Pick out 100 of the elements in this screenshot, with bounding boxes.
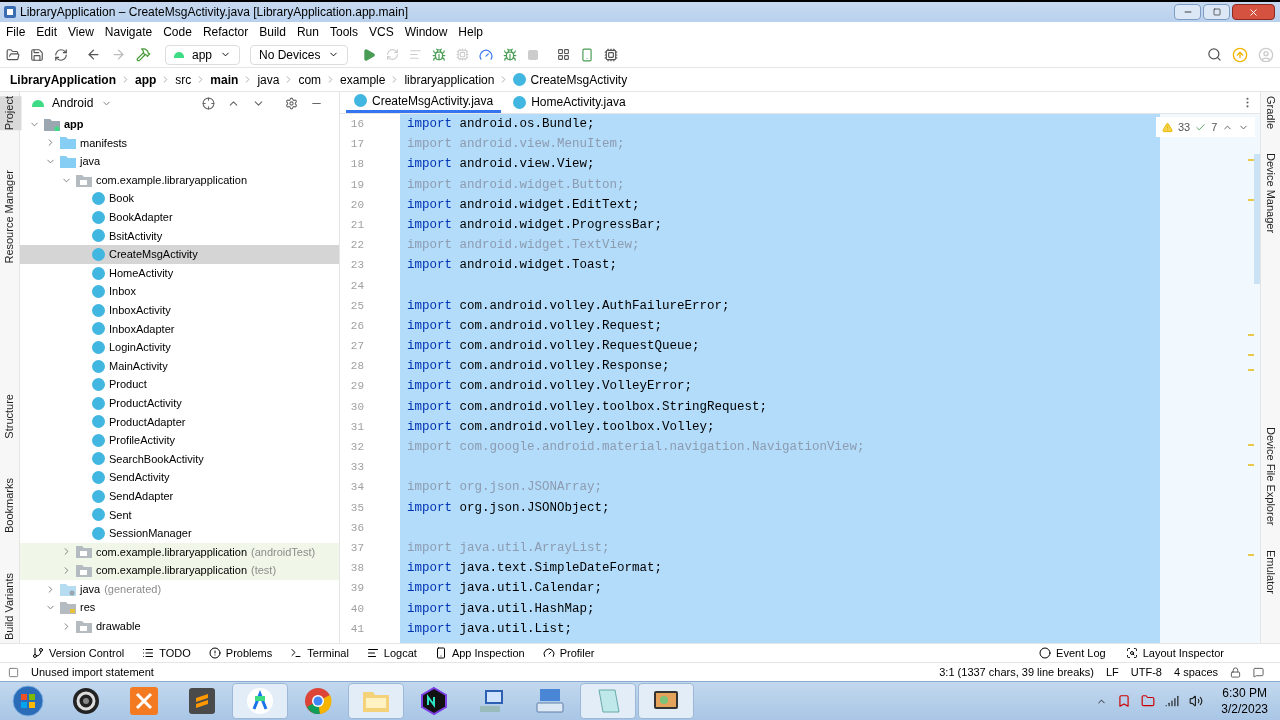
tool-window-button[interactable]: Version Control [32,644,125,662]
locate-icon[interactable] [202,96,215,110]
tree-item[interactable]: ProfileActivity [20,431,339,450]
tree-item[interactable]: SendActivity [20,468,339,487]
breadcrumb-item[interactable]: com [298,70,322,89]
keyboard-icon[interactable] [535,686,565,716]
tool-window-tab[interactable]: Bookmarks [1,478,18,534]
xampp-icon[interactable] [129,686,159,716]
open-icon[interactable] [6,47,20,62]
tree-item[interactable]: Book [20,189,339,208]
tree-item[interactable]: Inbox [20,282,339,301]
menu-item[interactable]: Help [458,23,484,41]
panel-icon[interactable] [8,666,19,678]
tree-item[interactable]: SendAdapter [20,486,339,506]
restore-button[interactable] [1203,4,1230,20]
tool-window-button[interactable]: Profiler [542,644,595,662]
configuration-dropdown[interactable]: app [165,44,241,65]
menu-item[interactable]: Navigate [104,23,153,41]
tool-window-button[interactable]: Terminal [290,644,349,662]
menu-item[interactable]: Refactor [202,23,249,41]
tool-window-button[interactable]: Problems [208,644,273,662]
tree-item[interactable]: Product [20,375,339,394]
breadcrumb-item[interactable]: java [257,70,280,89]
tree-item[interactable]: Sent [20,505,339,525]
menu-item[interactable]: View [68,23,94,41]
tree-item[interactable]: com.example.libraryapplication (androidTest) [20,542,339,562]
profile-icon[interactable] [479,47,494,62]
editor-tab[interactable]: HomeActivity.java [505,91,634,113]
tool-window-button[interactable]: TODO [142,644,191,662]
tree-item[interactable]: com.example.libraryapplication (test) [20,561,339,580]
encoding[interactable]: UTF-8 [1130,663,1162,681]
tree-item[interactable]: InboxAdapter [20,319,339,339]
volume-icon[interactable] [1189,694,1204,708]
menu-item[interactable]: Build [259,23,286,41]
clock[interactable]: 6:30 PM 3/2/2023 [1221,685,1268,717]
chrome-icon[interactable] [303,686,333,716]
tool-window-button[interactable]: Event Log [1039,644,1106,662]
android-studio-icon[interactable] [245,686,275,716]
search-icon[interactable] [1207,47,1222,62]
menu-item[interactable]: Tools [329,23,358,41]
close-button[interactable] [1232,4,1275,20]
menu-item[interactable]: VCS [368,23,394,41]
line-separator[interactable]: LF [1105,663,1119,681]
settings-icon[interactable] [285,96,298,110]
device-icon[interactable] [580,47,595,62]
notifications-icon[interactable] [1253,666,1264,678]
tree-item[interactable]: java [20,152,339,171]
tree-item[interactable]: BookAdapter [20,207,339,227]
menu-item[interactable]: File [6,23,26,41]
forward-icon[interactable] [111,47,126,62]
tool-window-tab[interactable]: Resource Manager [1,170,18,264]
tree-item[interactable]: MainActivity [20,356,339,376]
breadcrumb-item[interactable]: app [135,70,157,89]
flag-icon[interactable] [1117,694,1132,708]
lock-icon[interactable] [1230,666,1241,678]
hammer-icon[interactable] [136,47,151,62]
save-icon[interactable] [30,47,44,62]
indent[interactable]: 4 spaces [1173,663,1218,681]
breadcrumb-item[interactable]: src [175,70,192,89]
device-dropdown[interactable]: No Devices [250,44,349,65]
menu-item[interactable]: Edit [36,23,58,41]
tool-window-tab[interactable]: Device File Explorer [1262,427,1279,526]
breadcrumb-item[interactable]: CreateMsgActivity [513,70,628,89]
breadcrumb-item[interactable]: LibraryApplication [10,70,116,89]
tool-window-tab[interactable]: Device Manager [1262,153,1279,234]
minimize-button[interactable] [1174,4,1201,20]
tool-window-button[interactable]: App Inspection [434,644,525,662]
tool-window-button[interactable]: Logcat [366,644,417,662]
tool-window-button[interactable]: Layout Inspector [1125,644,1224,662]
tree-item[interactable]: drawable [20,617,339,636]
tree-item[interactable]: manifests [20,133,339,153]
tree-item[interactable]: InboxActivity [20,300,339,320]
sublime-icon[interactable] [187,686,217,716]
tool-window-tab[interactable]: Project [0,96,22,131]
tool-window-tab[interactable]: Emulator [1262,549,1279,594]
tree-item[interactable]: app [20,115,339,134]
tree-item[interactable]: SessionManager [20,524,339,543]
run-icon[interactable] [362,47,377,62]
tree-item[interactable]: res [20,598,339,618]
tree-item[interactable]: LoginActivity [20,338,339,357]
tree-item[interactable]: com.example.libraryapplication [20,170,339,190]
back-icon[interactable] [86,47,101,62]
inspection-widget[interactable]: 33 7 [1156,117,1256,137]
tree-item[interactable]: SearchBookActivity [20,449,339,469]
tree-item[interactable]: java (generated) [20,579,339,599]
breadcrumb-item[interactable]: main [210,70,239,89]
caret-position[interactable]: 3:1 (1337 chars, 39 line breaks) [939,663,1094,681]
tool-window-tab[interactable]: Build Variants [1,573,18,641]
tool-window-tab[interactable]: Gradle [1262,96,1279,130]
breadcrumb-item[interactable]: example [340,70,386,89]
view-dropdown[interactable]: Android [32,94,113,112]
debug-attach-icon[interactable] [503,47,518,62]
tree-item[interactable]: BsitActivity [20,226,339,246]
tree-item[interactable]: CreateMsgActivity [20,245,339,264]
update-icon[interactable] [1232,46,1248,63]
menu-item[interactable]: Window [404,23,448,41]
tree-item[interactable]: ProductActivity [20,393,339,413]
tree-item[interactable]: ProductAdapter [20,412,339,432]
disc-icon[interactable] [71,686,101,716]
debug-icon[interactable] [432,47,447,62]
